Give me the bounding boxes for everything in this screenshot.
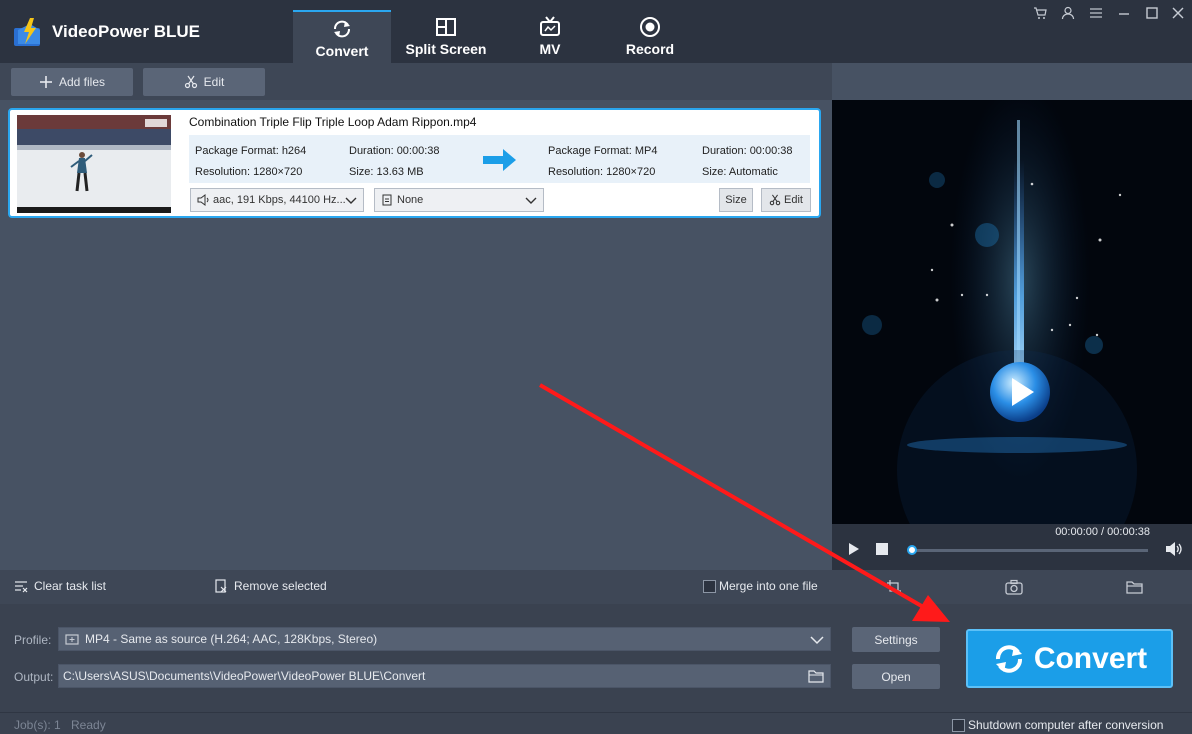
user-icon[interactable]: [1058, 6, 1078, 26]
tv-icon: [540, 16, 560, 36]
output-path-field[interactable]: C:\Users\ASUS\Documents\VideoPower\Video…: [58, 664, 831, 688]
item-edit-button[interactable]: Edit: [761, 188, 811, 212]
merge-label: Merge into one file: [719, 579, 818, 593]
settings-button-label: Settings: [874, 632, 918, 647]
video-thumbnail[interactable]: [17, 115, 171, 213]
play-icon[interactable]: [848, 542, 860, 556]
target-format: Package Format: MP4: [548, 145, 658, 157]
remove-file-icon: [215, 579, 227, 593]
audio-track-value: aac, 191 Kbps, 44100 Hz...: [213, 194, 346, 206]
audio-track-select[interactable]: aac, 191 Kbps, 44100 Hz...: [190, 188, 364, 212]
profile-select[interactable]: MP4 - Same as source (H.264; AAC, 128Kbp…: [58, 627, 831, 651]
seek-handle[interactable]: [907, 545, 917, 555]
seek-bar[interactable]: [910, 549, 1148, 552]
output-label: Output:: [14, 670, 54, 684]
clear-task-list-button[interactable]: Clear task list: [14, 579, 106, 593]
chevron-down-icon: [525, 197, 537, 204]
target-duration: Duration: 00:00:38: [702, 145, 793, 157]
shutdown-checkbox[interactable]: Shutdown computer after conversion: [952, 718, 1163, 732]
record-icon: [640, 17, 660, 37]
menu-icon[interactable]: [1086, 6, 1106, 26]
file-item[interactable]: Combination Triple Flip Triple Loop Adam…: [8, 108, 821, 218]
tab-mv[interactable]: MV: [501, 10, 599, 63]
add-files-label: Add files: [58, 75, 106, 89]
tab-convert[interactable]: Convert: [293, 10, 391, 63]
edit-label: Edit: [203, 75, 225, 89]
arrow-right-icon: [483, 149, 516, 171]
split-screen-icon: [436, 18, 456, 36]
output-settings: Profile: MP4 - Same as source (H.264; AA…: [0, 604, 1192, 712]
edit-button[interactable]: Edit: [143, 68, 265, 96]
tab-record[interactable]: Record: [601, 10, 699, 63]
refresh-icon: [334, 20, 350, 38]
player-controls: 00:00:00 / 00:00:38: [832, 524, 1192, 570]
plus-icon: [39, 76, 52, 88]
app-logo-icon: [14, 18, 40, 46]
profile-icon: [65, 634, 79, 645]
camera-icon[interactable]: [1005, 579, 1023, 595]
scissors-icon: [184, 75, 197, 89]
shutdown-checkbox-box[interactable]: [952, 718, 965, 732]
output-path-value: C:\Users\ASUS\Documents\VideoPower\Video…: [63, 669, 426, 683]
tab-record-label: Record: [625, 41, 675, 57]
target-size: Size: Automatic: [702, 166, 778, 178]
status-state: Ready: [71, 718, 106, 732]
cart-icon[interactable]: [1030, 6, 1050, 26]
convert-button-label: Convert: [1033, 641, 1148, 675]
file-name: Combination Triple Flip Triple Loop Adam…: [189, 115, 477, 129]
chevron-down-icon: [810, 636, 824, 645]
size-button[interactable]: Size: [719, 188, 753, 212]
maximize-icon[interactable]: [1142, 6, 1162, 26]
job-count: Job(s): 1: [14, 718, 61, 732]
merge-checkbox-box[interactable]: [703, 579, 716, 593]
remove-selected-label: Remove selected: [234, 579, 327, 593]
crop-icon[interactable]: [886, 579, 902, 595]
size-button-label: Size: [725, 194, 747, 206]
document-icon: [382, 194, 392, 206]
clear-task-list-label: Clear task list: [34, 579, 107, 593]
profile-label: Profile:: [14, 633, 52, 647]
subtitle-value: None: [397, 194, 424, 206]
clear-list-icon: [15, 581, 28, 593]
minimize-icon[interactable]: [1114, 6, 1134, 26]
source-resolution: Resolution: 1280×720: [195, 166, 303, 178]
status-bar: Job(s): 1 Ready Shutdown computer after …: [0, 712, 1192, 734]
tab-split-screen-label: Split Screen: [405, 41, 487, 57]
remove-selected-button[interactable]: Remove selected: [214, 579, 327, 593]
folder-icon[interactable]: [1126, 579, 1144, 595]
refresh-icon: [995, 644, 1022, 673]
shutdown-label: Shutdown computer after conversion: [968, 718, 1164, 732]
open-button[interactable]: Open: [852, 664, 940, 689]
chevron-down-icon: [345, 197, 357, 204]
open-button-label: Open: [881, 669, 911, 684]
toolbar: Add files Edit: [0, 63, 832, 100]
task-bar: Clear task list Remove selected Merge in…: [0, 570, 1192, 604]
profile-value: MP4 - Same as source (H.264; AAC, 128Kbp…: [85, 632, 378, 646]
tab-mv-label: MV: [539, 41, 561, 57]
merge-checkbox[interactable]: Merge into one file: [703, 579, 818, 593]
subtitle-select[interactable]: None: [374, 188, 544, 212]
playback-time: 00:00:00 / 00:00:38: [1055, 526, 1150, 538]
tab-split-screen[interactable]: Split Screen: [397, 10, 495, 63]
file-list: Combination Triple Flip Triple Loop Adam…: [0, 100, 832, 570]
source-duration: Duration: 00:00:38: [349, 145, 440, 157]
item-edit-label: Edit: [784, 194, 803, 206]
speaker-icon: [197, 194, 209, 206]
source-size: Size: 13.63 MB: [349, 166, 424, 178]
target-resolution: Resolution: 1280×720: [548, 166, 656, 178]
source-format: Package Format: h264: [195, 145, 307, 157]
convert-button[interactable]: Convert: [966, 629, 1173, 688]
title-bar: VideoPower BLUE Convert Split Screen MV: [0, 0, 1192, 63]
settings-button[interactable]: Settings: [852, 627, 940, 652]
scissors-icon: [769, 194, 781, 206]
add-files-button[interactable]: Add files: [11, 68, 133, 96]
close-icon[interactable]: [1168, 6, 1188, 26]
file-info-panel: Package Format: h264 Duration: 00:00:38 …: [189, 135, 810, 183]
browse-folder-icon[interactable]: [808, 669, 824, 683]
video-preview[interactable]: [832, 100, 1192, 524]
tab-convert-label: Convert: [315, 43, 369, 59]
volume-icon[interactable]: [1165, 541, 1183, 557]
stop-icon[interactable]: [876, 543, 888, 555]
app-title: VideoPower BLUE: [52, 22, 200, 41]
